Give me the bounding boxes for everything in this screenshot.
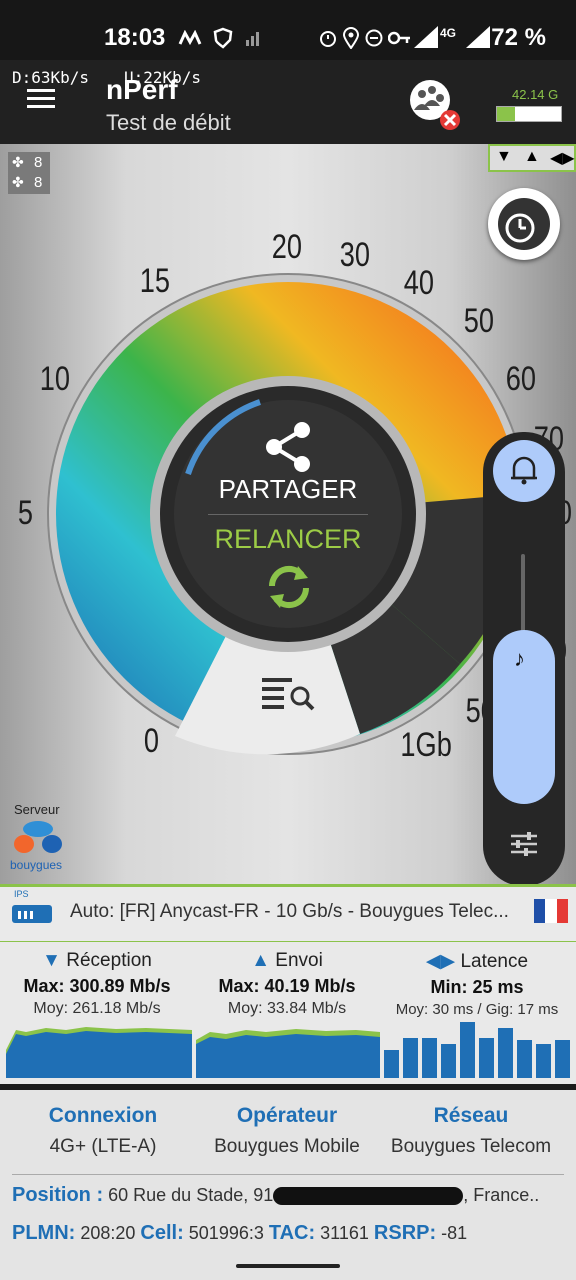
position-suffix: , France.. [463,1185,540,1205]
share-button[interactable]: PARTAGER [188,474,388,505]
music-note-icon: ♪ [514,646,525,671]
download-speed-overlay: D:63Kb/s [12,68,90,87]
ips-label: IPS [14,889,29,899]
vpn-key-icon [388,31,410,45]
latence-stats[interactable]: ◀▶ Latence Min: 25 ms Moy: 30 ms / Gig: … [382,942,572,1018]
plmn-value: 208:20 [80,1223,136,1243]
reception-title: Réception [66,950,152,971]
battery-level: 72 % [491,24,546,51]
data-usage-label: 42.14 G [512,87,559,102]
location-icon [343,27,359,49]
reseau-title: Réseau [433,1104,509,1127]
server-label: Serveur [14,802,60,817]
signal-icon [414,26,438,48]
results-search-icon[interactable] [262,674,316,714]
volume-track[interactable] [521,554,525,634]
redacted-address [273,1187,464,1206]
server-selector[interactable]: IPS Auto: [FR] Anycast-FR - 10 Gb/s - Bo… [0,884,576,944]
tick-30: 30 [339,236,371,274]
info-divider [12,1174,564,1175]
volume-slider[interactable]: ♪ [493,630,555,804]
reception-stats[interactable]: ▼ Réception Max: 300.89 Mb/s Moy: 261.18… [2,942,192,1018]
community-offline-icon[interactable] [406,76,462,130]
reseau-info: Réseau Bouygues Telecom [376,1104,566,1158]
server-logo-text: bouygues [10,858,63,872]
tac-label: TAC: [268,1222,316,1244]
envoi-stats[interactable]: ▲ Envoi Max: 40.19 Mb/s Moy: 33.84 Mb/s [192,942,382,1018]
latence-title: Latence [460,951,529,972]
connexion-title: Connexion [48,1104,158,1127]
operateur-title: Opérateur [236,1104,338,1127]
tick-0: 0 [143,722,160,760]
network-info-panel: Connexion 4G+ (LTE-A) Opérateur Bouygues… [0,1090,576,1260]
menu-icon[interactable] [27,84,55,113]
ring-mode-button[interactable] [493,440,555,502]
operateur-value: Bouygues Mobile [214,1136,360,1157]
home-gesture-handle[interactable] [236,1264,340,1268]
latence-min: Min: 25 ms [430,977,524,997]
alarm-icon [320,31,336,47]
reseau-value: Bouygues Telecom [390,1136,552,1157]
tick-60: 60 [505,360,537,398]
envoi-max: Max: 40.19 Mb/s [218,976,356,996]
signal-small-icon [246,32,259,46]
cell-info-line: PLMN: 208:20 Cell: 501996:3 TAC: 31161 R… [12,1222,467,1245]
latence-graph [384,1022,570,1078]
position-line: Position : 60 Rue du Stade, 91 , France.. [12,1184,539,1207]
app-notification-icon [178,30,202,46]
stats-panel: ▼ Réception Max: 300.89 Mb/s Moy: 261.18… [0,942,576,1084]
tick-5: 5 [17,494,34,532]
envoi-avg: Moy: 33.84 Mb/s [227,1000,347,1017]
refresh-icon[interactable] [264,562,314,612]
share-icon[interactable] [262,420,316,474]
data-usage-bar [496,106,562,122]
do-not-disturb-icon [365,29,383,47]
tick-1gb: 1Gb [400,726,452,764]
tick-40: 40 [403,264,435,302]
reception-max: Max: 300.89 Mb/s [23,976,171,996]
shield-icon [213,27,233,49]
tick-15: 15 [139,262,171,300]
navigation-bar [0,1260,576,1280]
upload-arrow-icon: ▲ [251,950,270,971]
center-divider [208,514,368,515]
connexion-info: Connexion 4G+ (LTE-A) [8,1104,198,1158]
connexion-value: 4G+ (LTE-A) [49,1136,157,1157]
reception-graph [6,1027,192,1078]
app-subtitle: Test de débit [106,110,231,135]
france-flag-icon [534,899,568,923]
restart-button[interactable]: RELANCER [188,524,388,555]
volume-panel: ♪ [483,432,565,886]
reception-avg: Moy: 261.18 Mb/s [33,1000,161,1017]
position-label: Position : [12,1184,104,1206]
cell-label: Cell: [140,1222,184,1244]
bouygues-logo-icon [14,821,62,853]
rsrp-label: RSRP: [373,1222,437,1244]
latence-avg: Moy: 30 ms / Gig: 17 ms [395,1001,559,1018]
rsrp-value: -81 [441,1223,468,1243]
upload-speed-overlay: U:22Kb/s [124,68,202,87]
position-value: 60 Rue du Stade, 91 [108,1185,274,1205]
bell-icon [511,456,537,485]
download-arrow-icon: ▼ [42,950,61,971]
status-time: 18:03 [104,24,166,51]
envoi-title: Envoi [275,950,323,971]
sound-settings-icon[interactable] [509,830,539,858]
envoi-graph [196,1029,380,1078]
tac-value: 31161 [320,1223,369,1243]
cell-value: 501996:3 [188,1223,264,1243]
network-type: 4G [440,26,457,40]
server-name[interactable]: Auto: [FR] Anycast-FR - 10 Gb/s - Bouygu… [70,901,509,923]
latency-arrows-icon: ◀▶ [425,951,456,972]
operateur-info: Opérateur Bouygues Mobile [192,1104,382,1158]
plmn-label: PLMN: [12,1222,76,1244]
signal-icon-2 [466,26,490,48]
tick-10: 10 [39,360,71,398]
tick-20: 20 [271,228,303,266]
tick-50: 50 [463,302,495,340]
